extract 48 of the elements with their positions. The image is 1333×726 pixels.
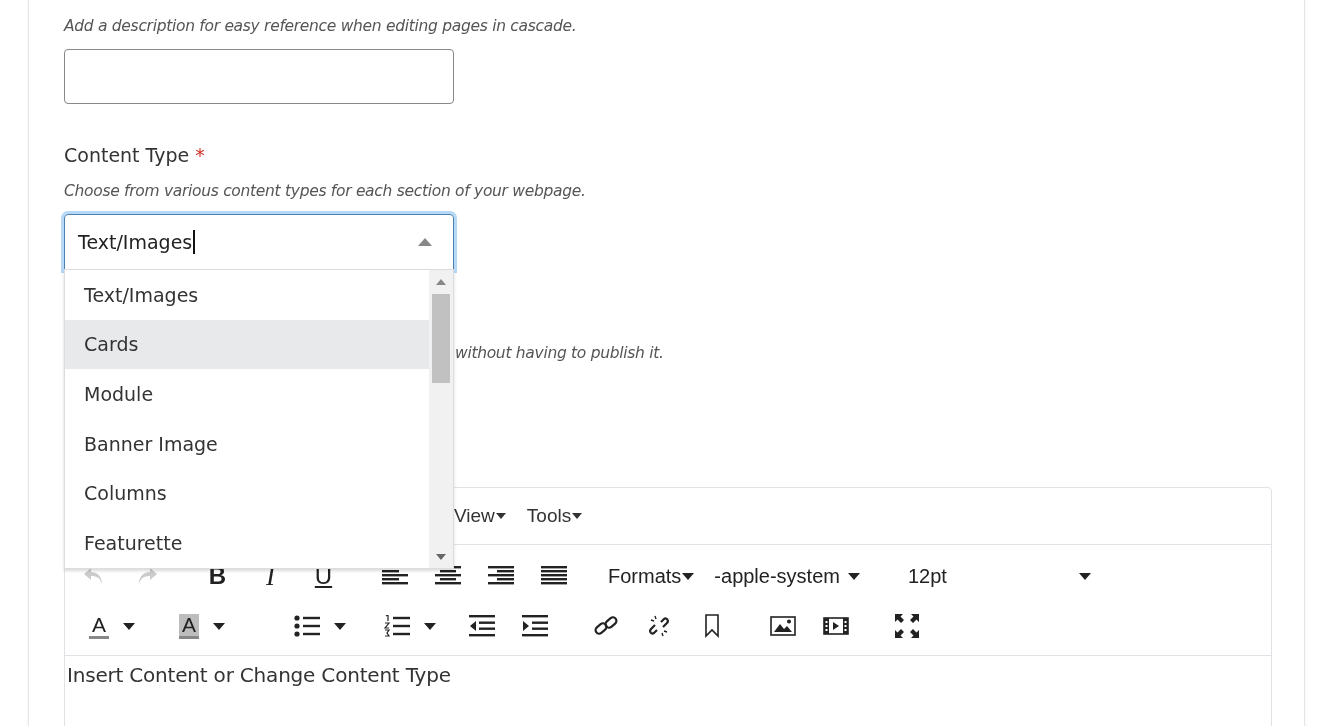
menu-item[interactable]: Tools (526, 505, 583, 527)
dropdown-option[interactable]: Columns (65, 468, 429, 518)
fullscreen-icon (894, 614, 919, 638)
numbered-list-icon (384, 615, 410, 637)
dropdown-option[interactable]: Featurette (65, 517, 429, 568)
film-icon (822, 616, 849, 636)
align-icon (487, 566, 514, 586)
toolbar-dropdown[interactable]: Formats (598, 556, 705, 596)
dropdown-option[interactable]: Cards (65, 319, 429, 370)
undo-icon (82, 566, 105, 586)
scroll-up-icon[interactable] (436, 279, 446, 285)
required-mark: * (195, 144, 205, 166)
field-label: Content Type (64, 144, 190, 166)
align-icon (434, 566, 461, 586)
description-input[interactable] (64, 49, 454, 104)
dropdown-option[interactable]: Banner Image (65, 418, 429, 469)
caret-icon (682, 572, 695, 580)
field-hint: Choose from various content types for each section of your webpage. (64, 181, 587, 202)
link-icon (592, 614, 619, 638)
content-type-select[interactable]: Text/Images (64, 214, 454, 270)
caret-icon (123, 622, 135, 630)
caret-icon (847, 572, 860, 580)
caret-icon (495, 513, 506, 519)
caret-icon (334, 622, 346, 630)
toolbar-dropdown[interactable]: 12pt (897, 556, 1101, 596)
field-hint: Add a description for easy reference when editing pages in cascade. (64, 16, 578, 37)
indent-icon (521, 615, 548, 637)
color-button[interactable]: A (157, 606, 247, 646)
caret-icon (1078, 572, 1091, 580)
caret-icon (424, 622, 436, 630)
color-button[interactable]: A (67, 606, 157, 646)
align-icon (540, 566, 567, 586)
dropdown-option[interactable]: Module (65, 369, 429, 419)
image-icon (769, 615, 796, 637)
dropdown-option[interactable]: Text/Images (65, 270, 429, 320)
editor-content[interactable]: Insert Content or Change Content Type (65, 656, 1271, 694)
toolbar-dropdown[interactable]: -apple-system (704, 556, 870, 596)
caret-icon (213, 622, 225, 630)
menu-item[interactable]: View (454, 505, 506, 527)
scroll-down-icon[interactable] (436, 554, 446, 560)
scrollbar-thumb[interactable] (432, 294, 450, 383)
caret-icon (572, 513, 583, 519)
text-cursor (193, 230, 196, 254)
bullet-list-icon (294, 615, 320, 637)
bookmark-icon (703, 614, 720, 638)
field-hint: without having to publish it. (455, 343, 665, 364)
select-value: Text/Images (78, 231, 193, 253)
scrollbar[interactable] (429, 270, 453, 568)
